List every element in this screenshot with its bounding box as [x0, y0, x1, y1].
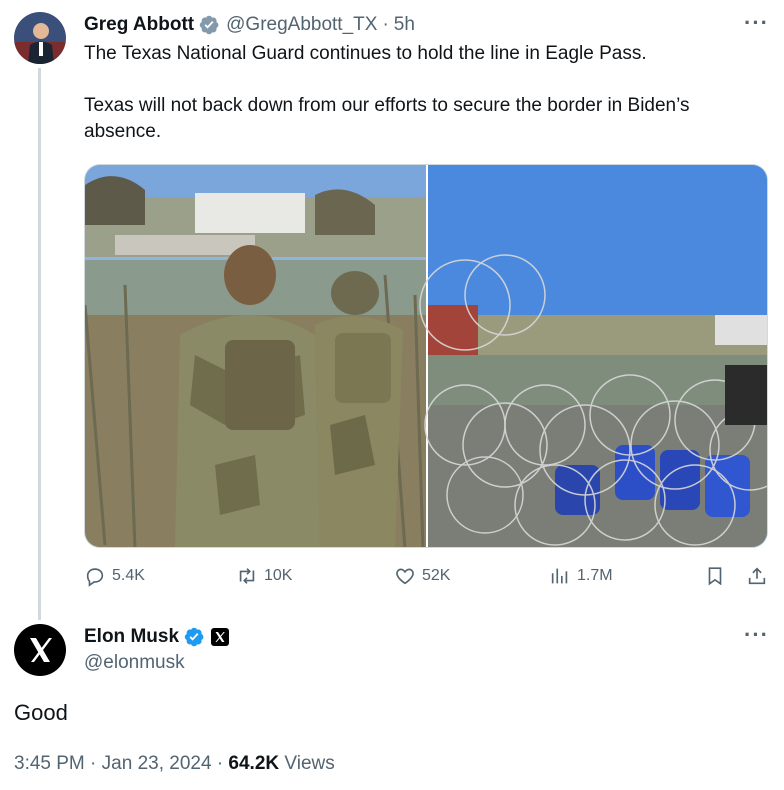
thread-line — [38, 68, 41, 620]
retweet-count: 10K — [264, 567, 293, 584]
author-handle[interactable]: @GregAbbott_TX — [226, 14, 377, 36]
separator-dot: · — [382, 14, 389, 35]
meta-dot: · — [90, 753, 97, 774]
like-icon — [396, 568, 414, 585]
tweet-text-line2: Texas will not back down from our effort… — [84, 95, 695, 142]
reply-icon — [86, 568, 104, 587]
x-logo-icon — [30, 638, 52, 662]
like-count: 52K — [422, 567, 451, 584]
reply-views-label: Views — [284, 753, 335, 774]
reply-count: 5.4K — [112, 567, 145, 584]
more-icon[interactable]: ··· — [744, 622, 769, 648]
retweet-button[interactable]: 10K — [236, 565, 292, 587]
photo-razor-wire[interactable] — [419, 165, 768, 548]
reply-author-handle[interactable]: @elonmusk — [84, 652, 185, 674]
reply-author-avatar[interactable] — [14, 624, 66, 676]
tweet-text-line1: The Texas National Guard continues to ho… — [84, 43, 647, 64]
reply-date[interactable]: Jan 23, 2024 — [102, 753, 212, 774]
bookmark-button[interactable] — [704, 565, 732, 587]
reply-meta: 3:45 PM · Jan 23, 2024 · 64.2K Views — [14, 753, 335, 775]
verified-badge-icon — [183, 626, 205, 648]
bookmark-icon — [708, 567, 722, 586]
author-avatar[interactable] — [14, 12, 66, 64]
tweet-media[interactable] — [84, 164, 768, 548]
like-button[interactable]: 52K — [394, 565, 450, 587]
author-name[interactable]: Greg Abbott — [84, 14, 194, 36]
views-icon — [551, 568, 568, 584]
retweet-icon — [239, 568, 255, 584]
reply-time[interactable]: 3:45 PM — [14, 753, 85, 774]
reply-views-count: 64.2K — [228, 753, 280, 774]
verified-badge-icon — [198, 14, 220, 36]
views-count: 1.7M — [577, 567, 613, 584]
meta-dot: · — [216, 753, 224, 774]
reply-author-name[interactable]: Elon Musk — [84, 626, 179, 648]
tweet-time[interactable]: 5h — [394, 14, 415, 36]
affiliate-x-badge-icon[interactable] — [211, 628, 230, 646]
reply-text: Good — [14, 700, 68, 725]
share-button[interactable] — [746, 565, 774, 587]
reply-button[interactable]: 5.4K — [84, 565, 145, 587]
photo-soldiers[interactable] — [85, 165, 426, 548]
more-icon[interactable]: ··· — [744, 10, 769, 36]
share-icon — [748, 567, 766, 585]
views-button[interactable]: 1.7M — [549, 565, 613, 587]
